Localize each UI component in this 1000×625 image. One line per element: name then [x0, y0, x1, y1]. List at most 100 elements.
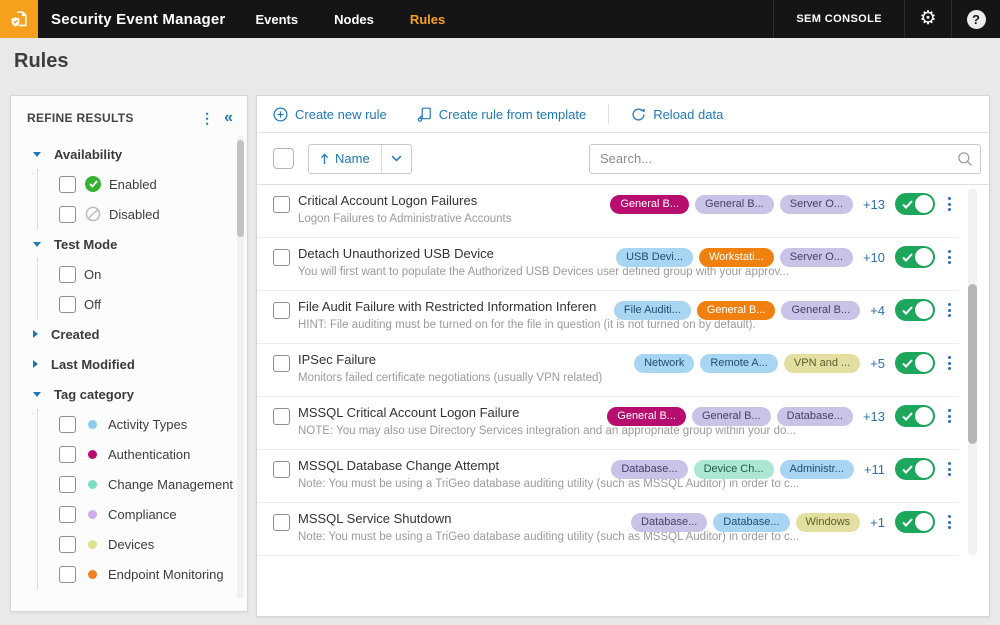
- rule-kebab-menu[interactable]: [944, 247, 955, 267]
- rule-tag[interactable]: VPN and ...: [784, 354, 860, 373]
- rule-title[interactable]: Critical Account Logon Failures: [298, 193, 606, 208]
- filter-checkbox[interactable]: [59, 296, 76, 313]
- rule-tag[interactable]: General B...: [692, 407, 771, 426]
- rule-title[interactable]: File Audit Failure with Restricted Infor…: [298, 299, 606, 314]
- filter-checkbox[interactable]: [59, 446, 76, 463]
- rule-tag[interactable]: Database...: [777, 407, 853, 426]
- rule-checkbox[interactable]: [273, 249, 290, 266]
- rule-kebab-menu[interactable]: [944, 406, 955, 426]
- filter-checkbox[interactable]: [59, 416, 76, 433]
- rule-tag[interactable]: Network: [634, 354, 694, 373]
- rule-kebab-menu[interactable]: [944, 459, 955, 479]
- rule-checkbox[interactable]: [273, 408, 290, 425]
- filter-checkbox[interactable]: [59, 536, 76, 553]
- rule-title[interactable]: IPSec Failure: [298, 352, 606, 367]
- rule-title[interactable]: MSSQL Service Shutdown: [298, 511, 606, 526]
- refine-results-header: REFINE RESULTS ⋮ «: [11, 96, 247, 139]
- caret-down-icon[interactable]: [33, 242, 41, 247]
- select-all-checkbox[interactable]: [273, 148, 294, 169]
- rule-tag[interactable]: Database...: [611, 460, 687, 479]
- settings-gear-icon[interactable]: ⚙: [905, 0, 951, 38]
- rule-tag[interactable]: General B...: [781, 301, 860, 320]
- rule-tag[interactable]: Database...: [631, 513, 707, 532]
- rule-title[interactable]: MSSQL Database Change Attempt: [298, 458, 606, 473]
- rule-tag[interactable]: Workstati...: [699, 248, 774, 267]
- rule-tag[interactable]: Database...: [713, 513, 789, 532]
- rule-row: Detach Unauthorized USB Device You will …: [257, 238, 959, 291]
- rule-enabled-toggle[interactable]: [895, 299, 935, 321]
- search-input[interactable]: [589, 144, 981, 174]
- rule-title[interactable]: Detach Unauthorized USB Device: [298, 246, 606, 261]
- rule-enabled-toggle[interactable]: [895, 246, 935, 268]
- caret-right-icon[interactable]: [33, 360, 38, 368]
- rule-extra-count[interactable]: +13: [863, 197, 885, 212]
- sem-logo[interactable]: [0, 0, 38, 38]
- sidebar-scrollbar-thumb[interactable]: [237, 140, 244, 237]
- filter-section-label: Availability: [54, 147, 122, 162]
- create-rule-from-template-label: Create rule from template: [439, 107, 586, 122]
- list-scrollbar-thumb[interactable]: [968, 284, 977, 444]
- caret-right-icon[interactable]: [33, 330, 38, 338]
- rule-checkbox[interactable]: [273, 355, 290, 372]
- caret-down-icon[interactable]: [33, 392, 41, 397]
- rule-extra-count[interactable]: +10: [863, 250, 885, 265]
- rule-row-controls: General B... General B... Server O... +13: [610, 193, 955, 215]
- rule-kebab-menu[interactable]: [944, 300, 955, 320]
- rule-tag[interactable]: General B...: [697, 301, 776, 320]
- rule-title[interactable]: MSSQL Critical Account Logon Failure: [298, 405, 606, 420]
- rule-extra-count[interactable]: +1: [870, 515, 885, 530]
- rule-checkbox[interactable]: [273, 461, 290, 478]
- rule-extra-count[interactable]: +5: [870, 356, 885, 371]
- rule-extra-count[interactable]: +13: [863, 409, 885, 424]
- rule-enabled-toggle[interactable]: [895, 405, 935, 427]
- filter-checkbox[interactable]: [59, 476, 76, 493]
- panel-kebab-menu-icon[interactable]: ⋮: [190, 110, 224, 127]
- rule-enabled-toggle[interactable]: [895, 352, 935, 374]
- rule-tag[interactable]: Administr...: [780, 460, 854, 479]
- rule-enabled-toggle[interactable]: [895, 511, 935, 533]
- filter-section-created[interactable]: Created: [33, 319, 247, 349]
- rule-checkbox[interactable]: [273, 302, 290, 319]
- rule-tag[interactable]: General B...: [607, 407, 686, 426]
- rule-kebab-menu[interactable]: [944, 353, 955, 373]
- rule-extra-count[interactable]: +11: [864, 462, 885, 477]
- rule-checkbox[interactable]: [273, 514, 290, 531]
- rule-tag[interactable]: Device Ch...: [694, 460, 774, 479]
- nav-nodes[interactable]: Nodes: [334, 12, 374, 27]
- rule-extra-count[interactable]: +4: [870, 303, 885, 318]
- collapse-panel-icon[interactable]: «: [224, 109, 235, 127]
- filter-section-test-mode[interactable]: Test Mode: [33, 229, 247, 259]
- rule-tag[interactable]: General B...: [695, 195, 774, 214]
- filter-checkbox[interactable]: [59, 566, 76, 583]
- create-rule-from-template-button[interactable]: Create rule from template: [417, 107, 586, 122]
- create-new-rule-button[interactable]: Create new rule: [273, 107, 387, 122]
- filter-checkbox[interactable]: [59, 506, 76, 523]
- rule-enabled-toggle[interactable]: [895, 193, 935, 215]
- rule-kebab-menu[interactable]: [944, 194, 955, 214]
- help-button[interactable]: ?: [952, 10, 1000, 29]
- rule-tag[interactable]: Remote A...: [700, 354, 777, 373]
- caret-down-icon[interactable]: [33, 152, 41, 157]
- filter-section-tag-category[interactable]: Tag category: [33, 379, 247, 409]
- filter-checkbox[interactable]: [59, 206, 76, 223]
- reload-data-button[interactable]: Reload data: [631, 107, 723, 122]
- rule-tag[interactable]: Server O...: [780, 248, 853, 267]
- rule-tag[interactable]: Windows: [796, 513, 861, 532]
- rule-checkbox[interactable]: [273, 196, 290, 213]
- nav-rules[interactable]: Rules: [410, 12, 445, 27]
- nav-events[interactable]: Events: [255, 12, 298, 27]
- rule-enabled-toggle[interactable]: [895, 458, 935, 480]
- rule-kebab-menu[interactable]: [944, 512, 955, 532]
- sort-options-dropdown[interactable]: [382, 145, 411, 173]
- filter-item-on: On: [59, 259, 247, 289]
- rule-tag[interactable]: USB Devi...: [616, 248, 693, 267]
- rule-tag[interactable]: Server O...: [780, 195, 853, 214]
- filter-section-last-modified[interactable]: Last Modified: [33, 349, 247, 379]
- rule-tag[interactable]: General B...: [610, 195, 689, 214]
- sem-console-link[interactable]: SEM CONSOLE: [774, 13, 904, 25]
- filter-checkbox[interactable]: [59, 176, 76, 193]
- filter-section-availability[interactable]: Availability: [33, 139, 247, 169]
- filter-checkbox[interactable]: [59, 266, 76, 283]
- sort-by-name-button[interactable]: Name: [309, 145, 381, 173]
- rule-tag[interactable]: File Auditi...: [614, 301, 691, 320]
